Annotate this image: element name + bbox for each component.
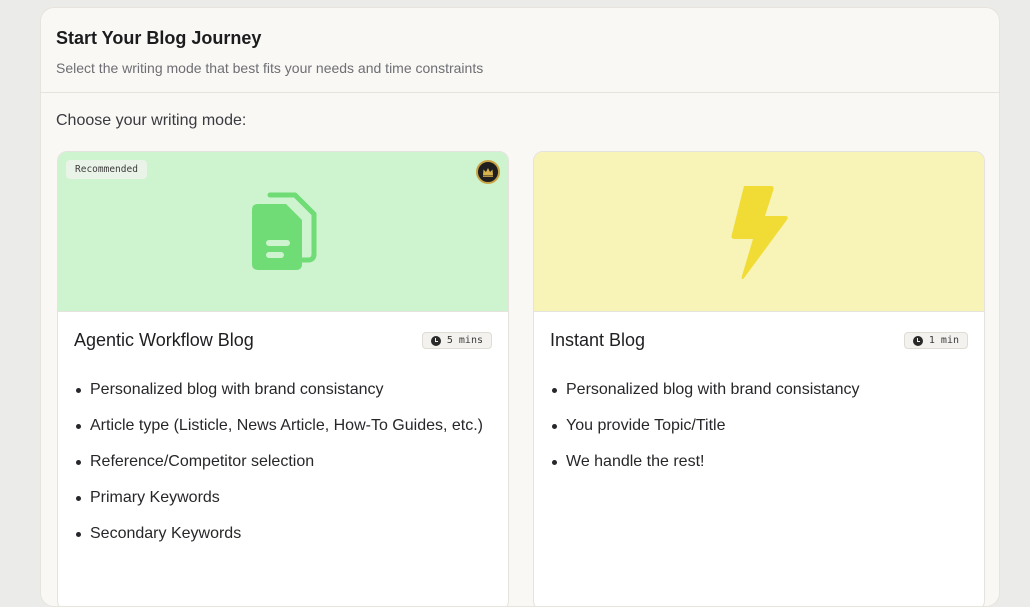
time-estimate: 5 mins [446, 335, 483, 346]
instant-blog-card[interactable]: Instant Blog 1 min Personalized blog wit… [533, 151, 985, 606]
panel-header: Start Your Blog Journey Select the writi… [41, 8, 999, 93]
recommended-badge: Recommended [66, 160, 147, 179]
feature-list: Personalized blog with brand consistancy… [74, 378, 492, 546]
card-title: Agentic Workflow Blog [74, 330, 254, 350]
feature-item: Primary Keywords [74, 486, 492, 510]
page-title: Start Your Blog Journey [56, 28, 262, 48]
feature-item: Secondary Keywords [74, 522, 492, 546]
card-hero: Recommended [58, 152, 508, 312]
feature-item: Article type (Listicle, News Article, Ho… [74, 414, 492, 438]
writing-mode-label: Choose your writing mode: [56, 112, 247, 129]
card-hero [534, 152, 984, 312]
feature-item: We handle the rest! [550, 450, 968, 474]
card-title: Instant Blog [550, 330, 646, 350]
blog-journey-panel: Start Your Blog Journey Select the writi… [40, 7, 1000, 607]
time-estimate-chip: 5 mins [421, 332, 492, 349]
page-subtitle: Select the writing mode that best fits y… [56, 60, 484, 76]
time-estimate-chip: 1 min [903, 332, 968, 349]
document-icon [252, 192, 317, 270]
clock-icon [430, 335, 441, 346]
crown-icon [476, 160, 500, 184]
lightning-icon [731, 185, 788, 279]
feature-item: Personalized blog with brand consistancy [550, 378, 968, 402]
feature-item: Personalized blog with brand consistancy [74, 378, 492, 402]
clock-icon [912, 335, 923, 346]
feature-item: You provide Topic/Title [550, 414, 968, 438]
time-estimate: 1 min [928, 335, 959, 346]
feature-list: Personalized blog with brand consistancy… [550, 378, 968, 474]
agentic-workflow-card[interactable]: Recommended Agentic Workflow Blog 5 mins [57, 151, 509, 606]
feature-item: Reference/Competitor selection [74, 450, 492, 474]
